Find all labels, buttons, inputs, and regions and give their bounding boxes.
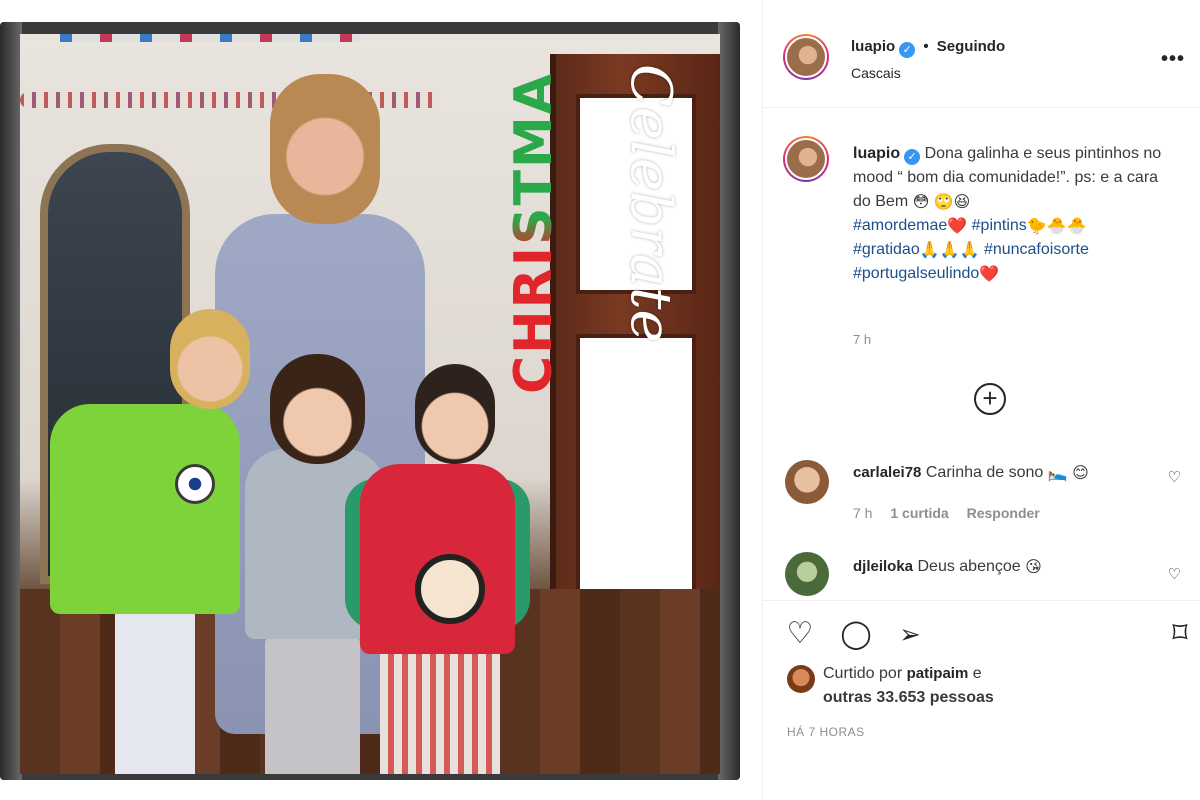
comment-body: Carinha de sono <box>925 464 1044 481</box>
comment-meta: 7 h 1 curtida Responder <box>853 505 1054 521</box>
hashtag-link[interactable]: #portugalseulindo <box>853 265 979 282</box>
comment-emoji: 🛌 😊 <box>1047 465 1089 482</box>
author-username[interactable]: luapio <box>851 38 895 55</box>
celebrate-overlay-text: Celebrate <box>618 64 683 343</box>
post-timestamp[interactable]: HÁ 7 HORAS <box>787 725 865 739</box>
liked-by-prefix: Curtido por <box>823 665 903 682</box>
commenter-avatar[interactable] <box>785 460 829 504</box>
reply-button[interactable]: Responder <box>967 505 1040 521</box>
likes-line-1: Curtido por patipaim e <box>823 665 1123 683</box>
caption-username[interactable]: luapio <box>853 145 900 162</box>
caption-author-avatar[interactable] <box>783 136 829 182</box>
photo-scene: CHRISTMAS Celebrate <box>20 34 720 774</box>
liker-username[interactable]: patipaim <box>907 665 969 682</box>
location-link[interactable]: Cascais <box>851 65 901 81</box>
liked-by-suffix: e <box>972 665 982 682</box>
comment-like-icon[interactable]: ♡ <box>1168 468 1181 486</box>
post-sidebar: luapio ✓ • Seguindo Cascais ••• luapio ✓ D… <box>762 0 1200 800</box>
comment-text-row: djleiloka Deus abençoe 😘 <box>853 558 1042 576</box>
hashtag-link[interactable]: #pintins <box>972 217 1027 234</box>
monster-eye-print <box>175 464 215 504</box>
comment-like-icon[interactable]: ♡ <box>1168 565 1181 583</box>
kid-3-striped-pants <box>380 634 500 774</box>
share-icon[interactable]: ➢ <box>893 617 927 651</box>
christmas-lights <box>60 34 360 42</box>
pray-emoji: 🙏🙏🙏 <box>919 242 980 259</box>
mickey-print <box>415 554 485 624</box>
caption-timestamp[interactable]: 7 h <box>853 332 871 347</box>
christmas-overlay-text: CHRISTMAS <box>504 34 578 394</box>
kid-1-pajama-pants <box>115 594 195 774</box>
kid-2-head <box>270 354 365 464</box>
commenter-username[interactable]: djleiloka <box>853 558 913 575</box>
hashtag-link[interactable]: #gratidao <box>853 241 920 258</box>
heart-emoji: ❤️ <box>979 266 1000 283</box>
more-options-icon[interactable]: ••• <box>1161 48 1185 71</box>
comment-body: Deus abençoe <box>917 558 1021 575</box>
post-actions: ♡ ◯ ➢ ⌑ Curtido por patipaim e outras 33… <box>763 600 1200 760</box>
caption-emoji: 😳 🙄😆 <box>912 194 971 211</box>
post-photo[interactable]: CHRISTMAS Celebrate <box>0 22 740 780</box>
caption-text: luapio ✓ Dona galinha e seus pintinhos no… <box>853 142 1173 286</box>
author-avatar[interactable] <box>783 34 829 80</box>
kid-3-head <box>415 364 495 464</box>
load-more-comments-icon[interactable]: + <box>974 383 1006 415</box>
post-photo-area: CHRISTMAS Celebrate <box>0 0 760 800</box>
verified-icon: ✓ <box>899 42 916 58</box>
garland <box>20 92 440 108</box>
commenter-username[interactable]: carlalei78 <box>853 464 921 481</box>
kid-1-head <box>170 309 250 409</box>
photo-frame-edge-right <box>718 22 740 780</box>
hashtag-link[interactable]: #nuncafoisorte <box>984 241 1089 258</box>
heart-emoji: ❤️ <box>947 218 968 235</box>
chick-emoji: 🐤🐣🐣 <box>1026 218 1087 235</box>
liker-avatar[interactable] <box>787 665 815 693</box>
likes-count-link[interactable]: outras 33.653 pessoas <box>823 689 1123 707</box>
following-button[interactable]: Seguindo <box>937 38 1005 55</box>
hashtag-link[interactable]: #amordemae <box>853 217 947 234</box>
author-name-row: luapio ✓ • Seguindo <box>851 38 1005 58</box>
mother-head <box>270 74 380 224</box>
comment-text-row: carlalei78 Carinha de sono 🛌 😊 <box>853 464 1089 482</box>
comment-emoji: 😘 <box>1025 559 1042 576</box>
like-icon[interactable]: ♡ <box>783 617 817 651</box>
comment-time[interactable]: 7 h <box>853 505 872 521</box>
commenter-avatar[interactable] <box>785 552 829 596</box>
photo-frame-edge-left <box>0 22 22 780</box>
kid-2-pajama-pants <box>265 634 360 774</box>
save-icon[interactable]: ⌑ <box>1163 617 1197 651</box>
separator-dot: • <box>923 38 929 55</box>
comment-icon[interactable]: ◯ <box>839 617 873 651</box>
comment-likes-count[interactable]: 1 curtida <box>890 505 948 521</box>
verified-icon: ✓ <box>904 149 921 165</box>
kid-1-green-pajama <box>50 404 240 614</box>
post-header: luapio ✓ • Seguindo Cascais ••• <box>763 22 1200 108</box>
